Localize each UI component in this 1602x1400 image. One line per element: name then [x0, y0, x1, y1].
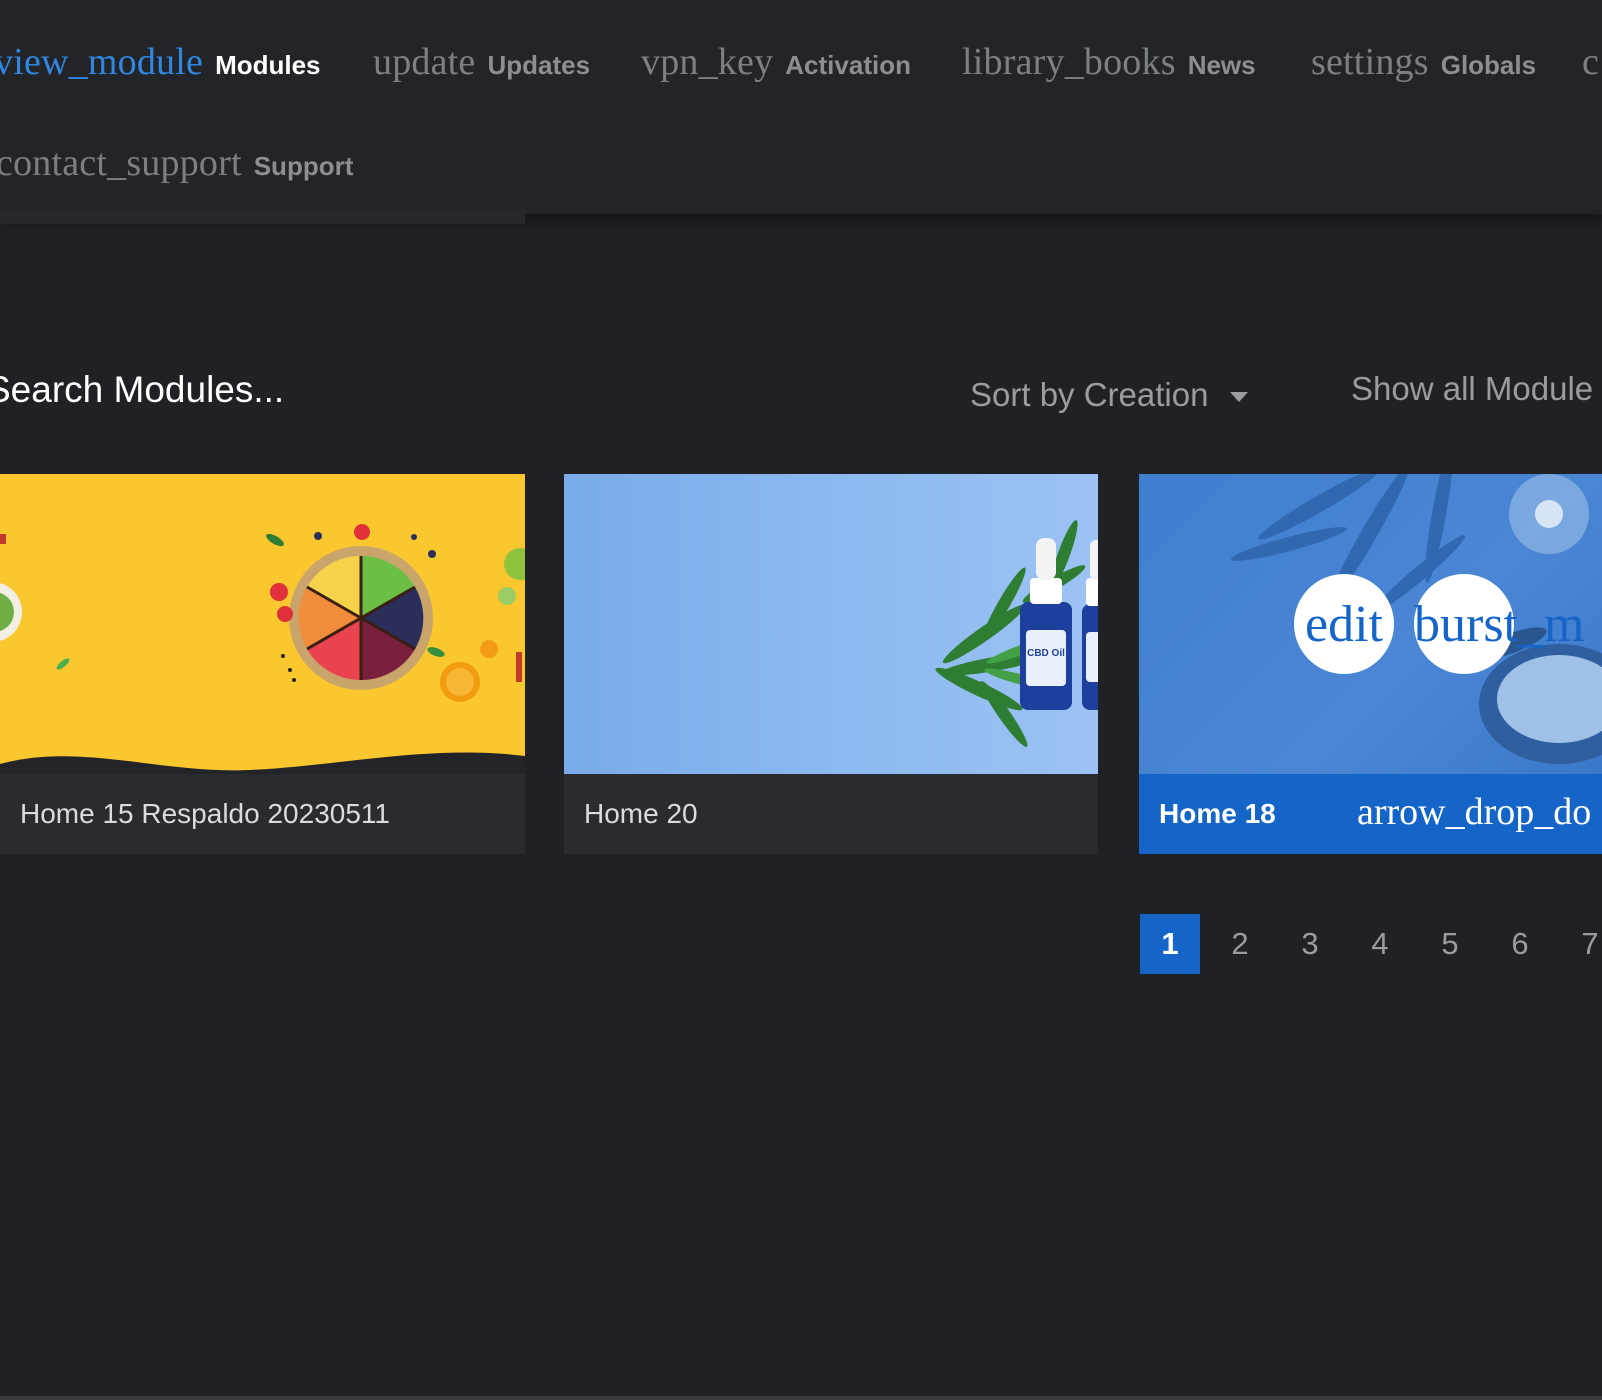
- update-icon: update: [373, 41, 476, 83]
- fruit-pizza-illustration: [0, 524, 525, 774]
- partial-nav-icon: c: [1582, 41, 1600, 83]
- settings-icon: settings: [1311, 41, 1429, 83]
- nav-item-label: Modules: [215, 50, 321, 80]
- nav-item-label: Support: [253, 151, 354, 181]
- module-thumbnail: edit burst_m: [1139, 474, 1602, 774]
- module-card-footer: Home 20: [564, 774, 1098, 854]
- nav-item-updates[interactable]: update Updates: [373, 40, 590, 84]
- page-button-4[interactable]: 4: [1350, 914, 1410, 974]
- nav-item-cut-off[interactable]: c: [1582, 40, 1599, 84]
- page-button-3[interactable]: 3: [1280, 914, 1340, 974]
- page-button-1[interactable]: 1: [1140, 914, 1200, 974]
- module-card[interactable]: Home 15 Respaldo 20230511: [0, 474, 525, 854]
- page-button-6[interactable]: 6: [1490, 914, 1550, 974]
- module-title: Home 15 Respaldo 20230511: [20, 798, 390, 829]
- module-card[interactable]: CBD Oil Home 20: [564, 474, 1098, 854]
- library-books-icon: library_books: [962, 41, 1176, 83]
- view-module-icon: view_module: [0, 41, 204, 83]
- module-thumbnail: CBD Oil: [564, 474, 1098, 774]
- sort-dropdown[interactable]: Sort by Creation: [970, 370, 1249, 420]
- nav-item-support[interactable]: contact_support Support: [0, 141, 353, 185]
- svg-text:CBD Oil: CBD Oil: [1027, 648, 1065, 659]
- nav-item-modules[interactable]: view_module Modules: [0, 40, 321, 84]
- module-card-footer: Home 18 arrow_drop_do: [1139, 774, 1602, 854]
- module-thumbnail: [0, 474, 525, 774]
- vpn-key-icon: vpn_key: [641, 41, 774, 83]
- nav-item-label: Updates: [487, 50, 591, 80]
- module-title: Home 18: [1159, 798, 1276, 829]
- edit-icon: edit: [1305, 595, 1383, 653]
- burst-mode-icon: burst_m: [1414, 595, 1585, 653]
- nav-item-activation[interactable]: vpn_key Activation: [641, 40, 911, 84]
- module-card-active[interactable]: edit burst_m Home 18 arrow_drop_do: [1139, 474, 1602, 854]
- nav-item-globals[interactable]: settings Globals: [1311, 40, 1536, 84]
- show-all-modules-button[interactable]: Show all Module: [1351, 370, 1593, 408]
- page-button-2[interactable]: 2: [1210, 914, 1270, 974]
- module-title: Home 20: [584, 798, 698, 829]
- nav-item-label: Activation: [785, 50, 911, 80]
- nav-item-label: Globals: [1440, 50, 1537, 80]
- contact-support-icon: contact_support: [0, 142, 242, 184]
- nav-item-label: News: [1187, 50, 1256, 80]
- duplicate-button[interactable]: burst_m: [1414, 574, 1584, 674]
- module-card-footer: Home 15 Respaldo 20230511: [0, 774, 525, 854]
- sort-label: Sort by Creation: [970, 376, 1209, 413]
- cbd-oil-illustration: CBD Oil: [935, 520, 1098, 747]
- page-button-5[interactable]: 5: [1420, 914, 1480, 974]
- edit-button[interactable]: edit: [1294, 574, 1394, 674]
- caret-down-icon: [1230, 392, 1249, 402]
- arrow-drop-down-icon[interactable]: arrow_drop_do: [1357, 790, 1591, 834]
- bottom-divider: [0, 1396, 1602, 1400]
- nav-item-news[interactable]: library_books News: [962, 40, 1256, 84]
- search-input[interactable]: [0, 362, 586, 418]
- top-navigation: view_module Modules update Updates vpn_k…: [0, 0, 1602, 214]
- nav-underline: [0, 210, 525, 224]
- page-button-7[interactable]: 7: [1560, 914, 1602, 974]
